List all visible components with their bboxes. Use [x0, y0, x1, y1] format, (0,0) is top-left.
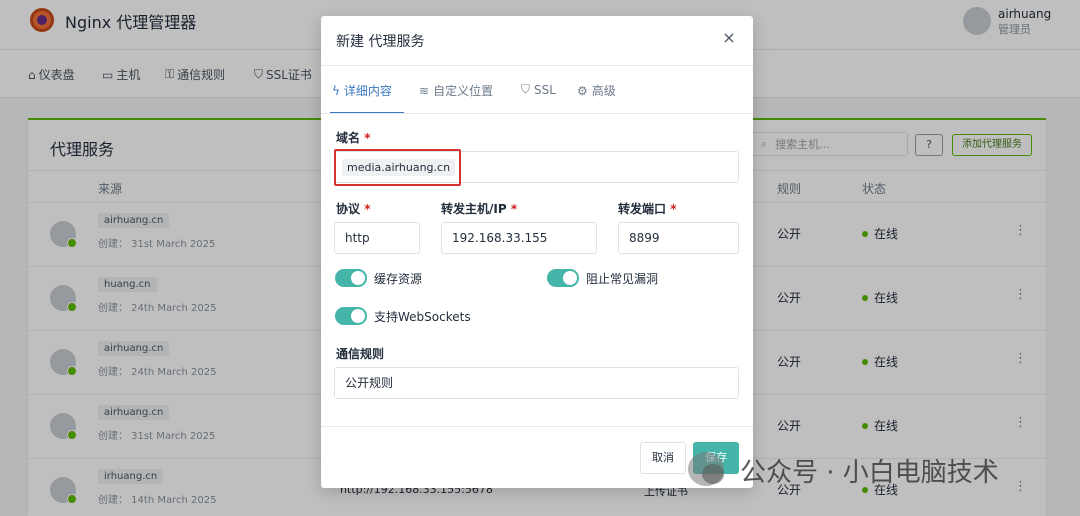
divider: [321, 65, 753, 66]
required-mark: *: [670, 202, 677, 216]
block-exploits-label: 阻止常见漏洞: [586, 272, 659, 286]
websockets-toggle[interactable]: [335, 307, 367, 325]
cache-assets-toggle[interactable]: [335, 269, 367, 287]
required-mark: *: [364, 131, 371, 145]
scheme-select[interactable]: http: [334, 222, 420, 254]
scheme-label: 协议 *: [336, 202, 371, 216]
forward-port-label: 转发端口 *: [618, 202, 677, 216]
tab-custom-locations[interactable]: ≋ 自定义位置: [419, 82, 493, 99]
block-exploits-toggle[interactable]: [547, 269, 579, 287]
new-proxy-dialog: 新建 代理服务 × ϟ 详细内容 ≋ 自定义位置 ⛉ SSL ⚙ 高级 域名 *…: [321, 16, 753, 488]
tab-advanced[interactable]: ⚙ 高级: [577, 82, 616, 99]
tab-label: 详细内容: [343, 84, 392, 98]
highlight-box: [334, 149, 461, 186]
tab-ssl[interactable]: ⛉ SSL: [521, 82, 556, 97]
divider: [321, 426, 753, 427]
bolt-icon: ϟ: [332, 83, 340, 98]
shield-icon: ⛉: [521, 82, 531, 96]
watermark-text: 公众号 · 小白电脑技术: [740, 458, 999, 488]
access-list-label: 通信规则: [336, 347, 385, 361]
required-mark: *: [364, 202, 371, 216]
tab-label: 高级: [591, 84, 616, 98]
tab-label: SSL: [534, 82, 556, 97]
layers-icon: ≋: [419, 83, 430, 98]
close-icon[interactable]: ×: [719, 28, 739, 48]
forward-port-input[interactable]: 8899: [618, 222, 739, 254]
wechat-icon: [688, 452, 724, 486]
forward-host-label: 转发主机/IP *: [441, 202, 518, 216]
gear-icon: ⚙: [577, 83, 588, 98]
tab-label: 自定义位置: [433, 84, 494, 98]
domain-label: 域名 *: [336, 131, 371, 145]
websockets-label: 支持WebSockets: [374, 310, 471, 324]
cancel-button[interactable]: 取消: [640, 442, 686, 474]
access-list-select[interactable]: 公开规则: [334, 367, 739, 399]
required-mark: *: [510, 202, 518, 216]
divider: [321, 113, 753, 114]
tab-details[interactable]: ϟ 详细内容: [332, 82, 392, 99]
dialog-title: 新建 代理服务: [336, 34, 425, 50]
forward-host-input[interactable]: 192.168.33.155: [441, 222, 597, 254]
cache-assets-label: 缓存资源: [374, 272, 423, 286]
